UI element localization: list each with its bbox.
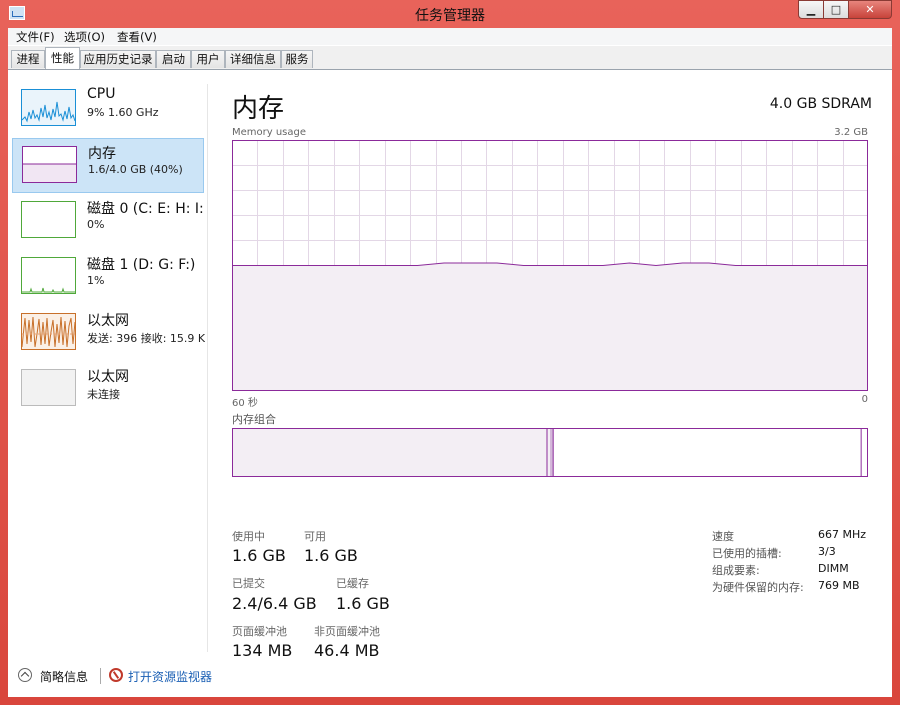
slots-label: 已使用的插槽: bbox=[712, 547, 782, 560]
sidebar-disk1-title: 磁盘 1 (D: G: F:) bbox=[87, 257, 196, 273]
slots-value: 3/3 bbox=[818, 545, 836, 558]
sidebar-disk1-sub: 1% bbox=[87, 274, 105, 287]
tab-performance[interactable]: 性能 bbox=[45, 47, 80, 69]
memory-spec: 4.0 GB SDRAM bbox=[769, 96, 872, 112]
memory-usage-graph bbox=[232, 140, 868, 391]
sidebar-ethernet1-title: 以太网 bbox=[87, 313, 129, 329]
sidebar-disk0-title: 磁盘 0 (C: E: H: I: bbox=[87, 201, 204, 217]
close-button[interactable]: ✕ bbox=[848, 0, 892, 19]
sidebar-ethernet2-title: 以太网 bbox=[87, 369, 129, 385]
committed-value: 2.4/6.4 GB bbox=[232, 594, 317, 613]
sidebar-ethernet2-sub: 未连接 bbox=[87, 388, 120, 401]
memory-composition-bar bbox=[232, 428, 868, 477]
composition-free bbox=[861, 428, 868, 477]
sidebar-item-ethernet-2[interactable]: 以太网 未连接 bbox=[12, 362, 204, 417]
sidebar-item-memory[interactable]: 内存 1.6/4.0 GB (40%) bbox=[12, 138, 204, 193]
menu-view[interactable]: 查看(V) bbox=[117, 29, 157, 45]
ethernet2-thumbnail bbox=[21, 369, 76, 406]
menu-options[interactable]: 选项(O) bbox=[64, 29, 105, 45]
hw-reserved-value: 769 MB bbox=[818, 579, 860, 592]
speed-value: 667 MHz bbox=[818, 528, 867, 541]
resource-monitor-icon[interactable] bbox=[109, 668, 123, 682]
composition-standby bbox=[553, 428, 862, 477]
cached-value: 1.6 GB bbox=[336, 594, 390, 613]
title-bar[interactable]: 任务管理器 ▁ □ ✕ bbox=[0, 0, 900, 28]
committed-label: 已提交 bbox=[232, 577, 265, 590]
memory-usage-area bbox=[232, 263, 868, 391]
form-factor-value: DIMM bbox=[818, 562, 849, 575]
available-label: 可用 bbox=[304, 530, 326, 543]
sidebar-item-ethernet-1[interactable]: 以太网 发送: 396 接收: 15.9 K bbox=[12, 306, 205, 361]
usage-max-label: 3.2 GB bbox=[834, 127, 868, 138]
memory-thumbnail bbox=[22, 146, 77, 183]
memory-panel: 内存 4.0 GB SDRAM Memory usage 3.2 GB 60 秒… bbox=[232, 70, 872, 670]
tab-services[interactable]: 服务 bbox=[281, 50, 313, 68]
tab-details[interactable]: 详细信息 bbox=[225, 50, 281, 68]
ethernet1-thumbnail bbox=[21, 313, 76, 350]
footer: 简略信息 打开资源监视器 bbox=[8, 656, 892, 697]
menu-file[interactable]: 文件(F) bbox=[16, 29, 55, 45]
usage-label: Memory usage bbox=[232, 127, 307, 138]
footer-separator bbox=[100, 668, 101, 684]
client-area: 文件(F) 选项(O) 查看(V) 进程 性能 应用历史记录 启动 用户 详细信… bbox=[8, 28, 892, 697]
tab-app-history[interactable]: 应用历史记录 bbox=[80, 50, 156, 68]
speed-label: 速度 bbox=[712, 530, 734, 543]
task-manager-window: 任务管理器 ▁ □ ✕ 文件(F) 选项(O) 查看(V) 进程 性能 应用历史… bbox=[0, 0, 900, 705]
sidebar-divider bbox=[207, 84, 208, 652]
minimize-button[interactable]: ▁ bbox=[798, 0, 824, 19]
fewer-details-button[interactable]: 简略信息 bbox=[40, 668, 88, 685]
sidebar-memory-sub: 1.6/4.0 GB (40%) bbox=[88, 163, 183, 176]
sidebar-disk0-sub: 0% bbox=[87, 218, 105, 231]
sidebar-item-disk-1[interactable]: 磁盘 1 (D: G: F:) 1% bbox=[12, 250, 204, 305]
in-use-label: 使用中 bbox=[232, 530, 265, 543]
tab-bar: 进程 性能 应用历史记录 启动 用户 详细信息 服务 bbox=[8, 46, 892, 70]
menu-bar: 文件(F) 选项(O) 查看(V) bbox=[8, 28, 892, 45]
form-factor-label: 组成要素: bbox=[712, 564, 760, 577]
chevron-up-icon[interactable] bbox=[18, 668, 32, 682]
disk0-thumbnail bbox=[21, 201, 76, 238]
in-use-value: 1.6 GB bbox=[232, 546, 286, 565]
maximize-button[interactable]: □ bbox=[823, 0, 849, 19]
tab-users[interactable]: 用户 bbox=[191, 50, 225, 68]
tab-startup[interactable]: 启动 bbox=[156, 50, 191, 68]
time-right-label: 0 bbox=[861, 394, 868, 405]
nonpaged-pool-label: 非页面缓冲池 bbox=[314, 625, 380, 638]
sidebar-memory-title: 内存 bbox=[88, 146, 116, 162]
sidebar-item-disk-0[interactable]: 磁盘 0 (C: E: H: I: 0% bbox=[12, 194, 204, 249]
cpu-thumbnail bbox=[21, 89, 76, 126]
open-resource-monitor-link[interactable]: 打开资源监视器 bbox=[128, 668, 212, 685]
cached-label: 已缓存 bbox=[336, 577, 369, 590]
composition-label: 内存组合 bbox=[232, 413, 276, 426]
sidebar-ethernet1-sub: 发送: 396 接收: 15.9 K bbox=[87, 332, 205, 345]
hw-reserved-label: 为硬件保留的内存: bbox=[712, 581, 804, 594]
sidebar-cpu-sub: 9% 1.60 GHz bbox=[87, 106, 159, 119]
disk1-thumbnail bbox=[21, 257, 76, 294]
sidebar-item-cpu[interactable]: CPU 9% 1.60 GHz bbox=[12, 82, 204, 137]
available-value: 1.6 GB bbox=[304, 546, 358, 565]
page-title: 内存 bbox=[232, 94, 285, 124]
time-left-label: 60 秒 bbox=[232, 398, 258, 409]
sidebar-cpu-title: CPU bbox=[87, 86, 116, 102]
tab-processes[interactable]: 进程 bbox=[11, 50, 45, 68]
resource-sidebar: CPU 9% 1.60 GHz 内存 1.6/4.0 GB (40%) 磁盘 0… bbox=[8, 70, 208, 650]
composition-in-use bbox=[232, 428, 550, 477]
window-title: 任务管理器 bbox=[415, 8, 485, 24]
paged-pool-label: 页面缓冲池 bbox=[232, 625, 287, 638]
